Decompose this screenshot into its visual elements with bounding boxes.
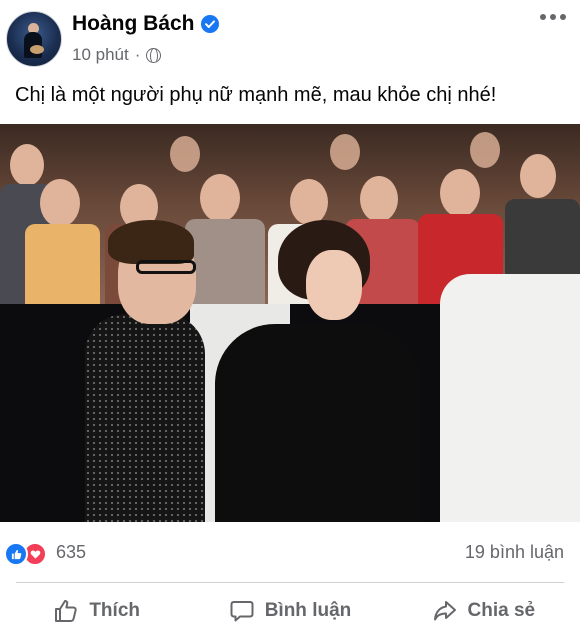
comment-button[interactable]: Bình luận xyxy=(193,588,386,634)
like-button[interactable]: Thích xyxy=(0,588,193,634)
share-button[interactable]: Chia sẻ xyxy=(387,588,580,634)
globe-icon[interactable] xyxy=(146,47,162,63)
author-avatar[interactable] xyxy=(6,11,62,67)
post-time[interactable]: 10 phút xyxy=(72,45,129,65)
like-label: Thích xyxy=(89,600,140,621)
comment-label: Bình luận xyxy=(264,600,352,621)
share-label: Chia sẻ xyxy=(467,600,536,621)
author-name[interactable]: Hoàng Bách xyxy=(72,12,195,36)
man-jacket-sequins xyxy=(85,314,205,522)
reactions-count[interactable]: 635 xyxy=(56,542,86,563)
man-hair xyxy=(108,220,194,264)
woman-face xyxy=(306,250,362,320)
post-header: Hoàng Bách 10 phút · xyxy=(0,0,580,80)
avatar-guitar xyxy=(30,45,44,54)
post-actions: Thích Bình luận Chia sẻ xyxy=(0,588,580,634)
like-icon xyxy=(4,542,28,566)
reactions-bar: 635 19 bình luận xyxy=(0,522,580,582)
post-photo[interactable] xyxy=(0,124,580,522)
woman-figure xyxy=(215,324,420,522)
share-arrow-icon xyxy=(433,601,456,621)
meta-separator: · xyxy=(134,45,141,64)
actions-divider xyxy=(16,582,564,583)
author-row: Hoàng Bách xyxy=(72,12,219,36)
verified-badge-icon xyxy=(200,15,219,33)
post-meta: 10 phút · xyxy=(72,45,162,65)
stage-panel-right xyxy=(440,274,580,522)
comment-icon xyxy=(230,601,254,622)
comments-count[interactable]: 19 bình luận xyxy=(465,542,564,563)
post-text: Chị là một người phụ nữ mạnh mẽ, mau khỏ… xyxy=(15,84,497,106)
more-options-icon[interactable] xyxy=(540,14,566,20)
thumbs-up-icon xyxy=(55,600,78,622)
reaction-icons[interactable] xyxy=(4,542,47,566)
man-glasses xyxy=(136,260,196,274)
